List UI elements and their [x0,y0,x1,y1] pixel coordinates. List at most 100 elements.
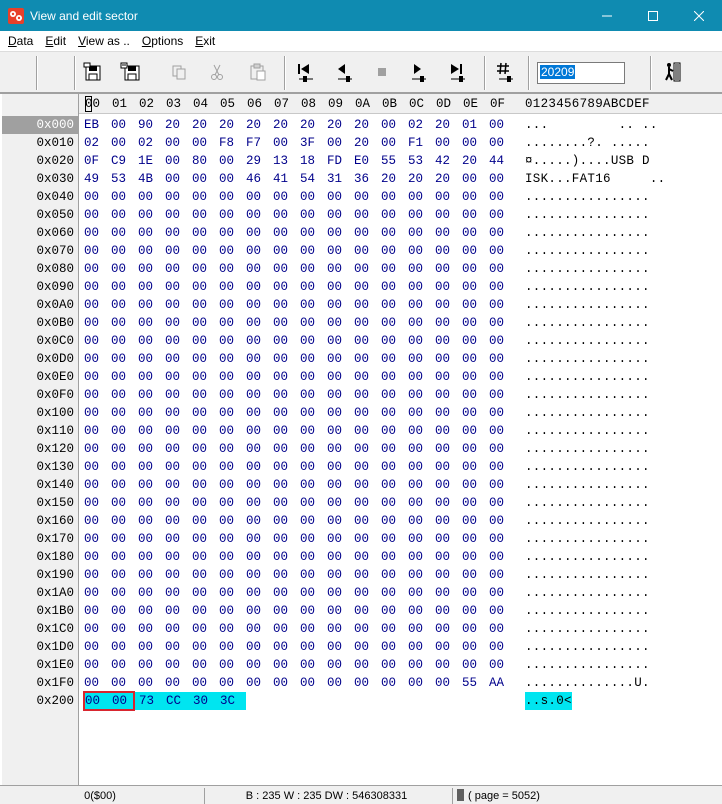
hex-byte[interactable]: 20 [408,170,432,188]
row-address[interactable]: 0x0B0 [2,314,78,332]
hex-byte[interactable]: 00 [354,656,378,674]
hex-byte[interactable]: 00 [246,332,270,350]
hex-byte[interactable]: 31 [327,170,351,188]
hex-byte[interactable]: 00 [165,422,189,440]
hex-byte[interactable]: 00 [84,350,108,368]
hex-byte[interactable]: 00 [165,350,189,368]
hex-byte[interactable]: 00 [273,620,297,638]
goto-sector-button[interactable] [492,59,518,85]
hex-byte[interactable]: 00 [354,548,378,566]
hex-byte[interactable]: 00 [300,494,324,512]
ascii-column[interactable]: ................ [525,350,650,368]
hex-byte[interactable]: 00 [300,332,324,350]
hex-byte[interactable]: 00 [327,584,351,602]
hex-byte[interactable]: 00 [111,224,135,242]
hex-byte[interactable]: 42 [435,152,459,170]
hex-byte[interactable]: 00 [273,440,297,458]
hex-byte[interactable]: 00 [300,224,324,242]
hex-byte[interactable]: 00 [111,188,135,206]
hex-byte[interactable]: 02 [84,134,108,152]
hex-byte[interactable]: 00 [219,656,243,674]
hex-byte[interactable]: 00 [138,224,162,242]
hex-byte[interactable]: 00 [462,404,486,422]
hex-byte[interactable]: 1E [138,152,162,170]
hex-byte[interactable]: 00 [327,386,351,404]
ascii-column[interactable]: ................ [525,512,650,530]
hex-byte[interactable]: 00 [165,656,189,674]
hex-byte[interactable]: 00 [192,296,216,314]
hex-byte[interactable]: 00 [327,422,351,440]
hex-byte[interactable]: 00 [408,260,432,278]
hex-byte[interactable]: 30 [192,692,219,710]
hex-byte[interactable]: 00 [408,548,432,566]
hex-byte[interactable]: 00 [219,458,243,476]
ascii-column[interactable]: ................ [525,602,650,620]
hex-byte[interactable]: 20 [435,170,459,188]
hex-byte[interactable]: 00 [111,260,135,278]
hex-byte[interactable]: 00 [489,368,513,386]
hex-byte[interactable]: 00 [165,566,189,584]
hex-byte[interactable]: 00 [381,278,405,296]
hex-byte[interactable]: 0F [84,152,108,170]
hex-byte[interactable]: 00 [111,494,135,512]
ascii-column[interactable]: ................ [525,458,650,476]
maximize-button[interactable] [630,0,676,31]
hex-byte[interactable]: 00 [219,548,243,566]
hex-byte[interactable]: 00 [300,584,324,602]
hex-byte[interactable]: 00 [219,260,243,278]
hex-byte[interactable]: 00 [435,638,459,656]
hex-byte[interactable]: 00 [408,620,432,638]
hex-byte[interactable]: 00 [165,386,189,404]
hex-byte[interactable]: 29 [246,152,270,170]
hex-byte[interactable]: 00 [435,314,459,332]
hex-byte[interactable]: 00 [165,620,189,638]
hex-byte[interactable]: 00 [165,638,189,656]
hex-byte[interactable]: 00 [246,260,270,278]
hex-byte[interactable]: 00 [489,206,513,224]
hex-byte[interactable]: 00 [300,458,324,476]
hex-byte[interactable]: 00 [327,566,351,584]
hex-byte[interactable]: 00 [111,134,135,152]
hex-byte[interactable]: 00 [462,566,486,584]
hex-byte[interactable]: 80 [192,152,216,170]
save-sector-button[interactable] [80,59,106,85]
hex-byte[interactable]: 00 [354,404,378,422]
hex-byte[interactable]: 00 [219,242,243,260]
hex-byte[interactable]: 00 [192,530,216,548]
hex-byte[interactable]: 00 [138,674,162,692]
hex-byte[interactable]: 00 [246,548,270,566]
hex-byte[interactable]: 00 [435,404,459,422]
hex-byte[interactable]: 20 [435,116,459,134]
hex-byte[interactable]: 00 [219,638,243,656]
hex-byte[interactable]: 4B [138,170,162,188]
hex-byte[interactable]: 00 [192,512,216,530]
hex-byte[interactable]: 00 [273,494,297,512]
ascii-column[interactable]: ................ [525,404,650,422]
hex-byte[interactable]: 00 [354,368,378,386]
hex-byte[interactable]: 00 [165,530,189,548]
hex-byte[interactable]: 3F [300,134,324,152]
hex-byte[interactable]: 00 [138,188,162,206]
hex-byte[interactable]: 00 [300,260,324,278]
hex-byte[interactable]: 00 [192,134,216,152]
hex-byte[interactable]: 00 [84,656,108,674]
hex-byte[interactable]: 20 [246,116,270,134]
hex-byte[interactable]: 00 [192,476,216,494]
hex-byte[interactable]: 00 [489,512,513,530]
row-address[interactable]: 0x0A0 [2,296,78,314]
hex-byte[interactable]: 00 [327,440,351,458]
hex-byte[interactable]: 00 [273,458,297,476]
hex-byte[interactable]: 00 [462,530,486,548]
hex-byte[interactable]: 00 [138,422,162,440]
hex-byte[interactable]: 00 [435,476,459,494]
hex-byte[interactable]: 00 [327,314,351,332]
hex-byte[interactable]: 00 [138,638,162,656]
hex-byte[interactable]: AA [489,674,513,692]
hex-byte[interactable]: 00 [273,638,297,656]
hex-byte[interactable]: 00 [408,224,432,242]
hex-byte[interactable]: 00 [435,458,459,476]
hex-byte[interactable]: 00 [327,368,351,386]
hex-byte[interactable]: 00 [435,386,459,404]
hex-byte[interactable]: 00 [327,242,351,260]
hex-byte[interactable]: 00 [246,422,270,440]
